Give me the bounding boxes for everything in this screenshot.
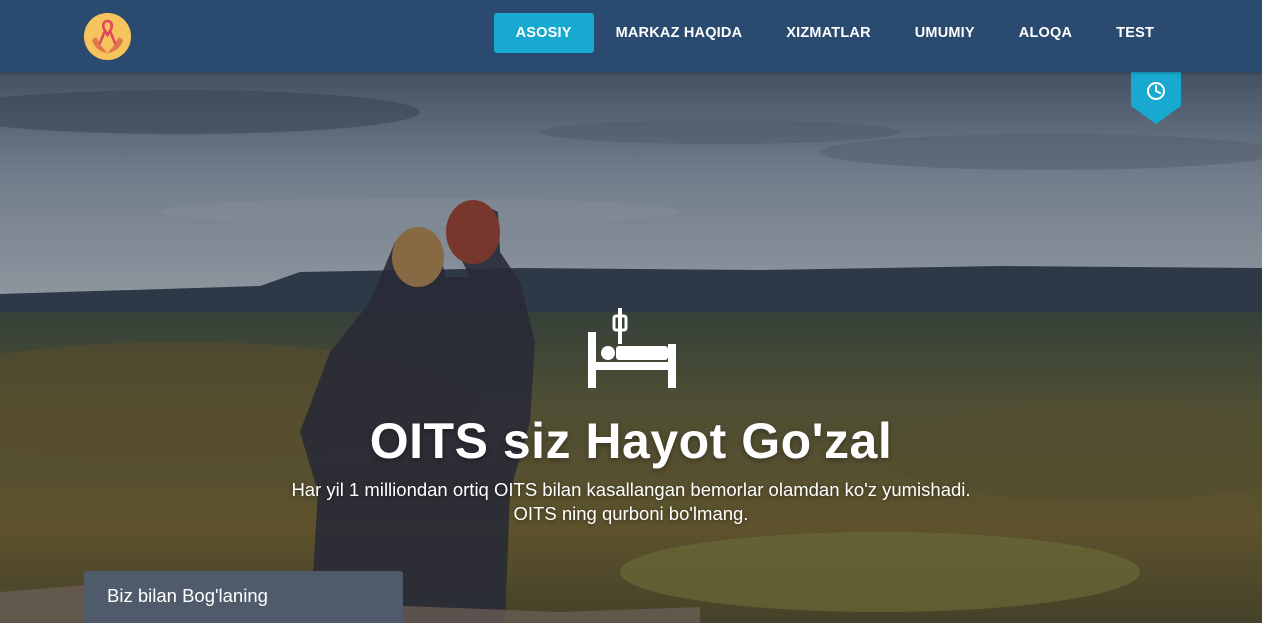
contact-us-button[interactable]: Biz bilan Bog'laning bbox=[84, 571, 403, 623]
top-navbar: ASOSIY MARKAZ HAQIDA XIZMATLAR UMUMIY AL… bbox=[0, 0, 1262, 72]
nav-asosiy[interactable]: ASOSIY bbox=[493, 13, 594, 53]
nav-xizmatlar[interactable]: XIZMATLAR bbox=[764, 13, 893, 53]
hero-section: OITS siz Hayot Go'zal Har yil 1 milliond… bbox=[0, 72, 1262, 623]
hero-subtitle-line-1: Har yil 1 milliondan ortiq OITS bilan ka… bbox=[291, 479, 971, 500]
hospital-bed-icon bbox=[586, 308, 678, 388]
nav-umumiy[interactable]: UMUMIY bbox=[893, 13, 997, 53]
nav-markaz-haqida[interactable]: MARKAZ HAQIDA bbox=[594, 13, 765, 53]
clock-icon[interactable] bbox=[1131, 72, 1181, 124]
logo-icon[interactable] bbox=[84, 13, 131, 60]
hero-title: OITS siz Hayot Go'zal bbox=[369, 413, 893, 469]
hero-subtitle-line-2: OITS ning qurboni bo'lmang. bbox=[513, 503, 749, 524]
nav-test[interactable]: TEST bbox=[1094, 13, 1176, 53]
main-nav: ASOSIY MARKAZ HAQIDA XIZMATLAR UMUMIY AL… bbox=[493, 13, 1176, 53]
nav-aloqa[interactable]: ALOQA bbox=[997, 13, 1094, 53]
hero-subtitle: Har yil 1 milliondan ortiq OITS bilan ka… bbox=[0, 478, 1262, 526]
